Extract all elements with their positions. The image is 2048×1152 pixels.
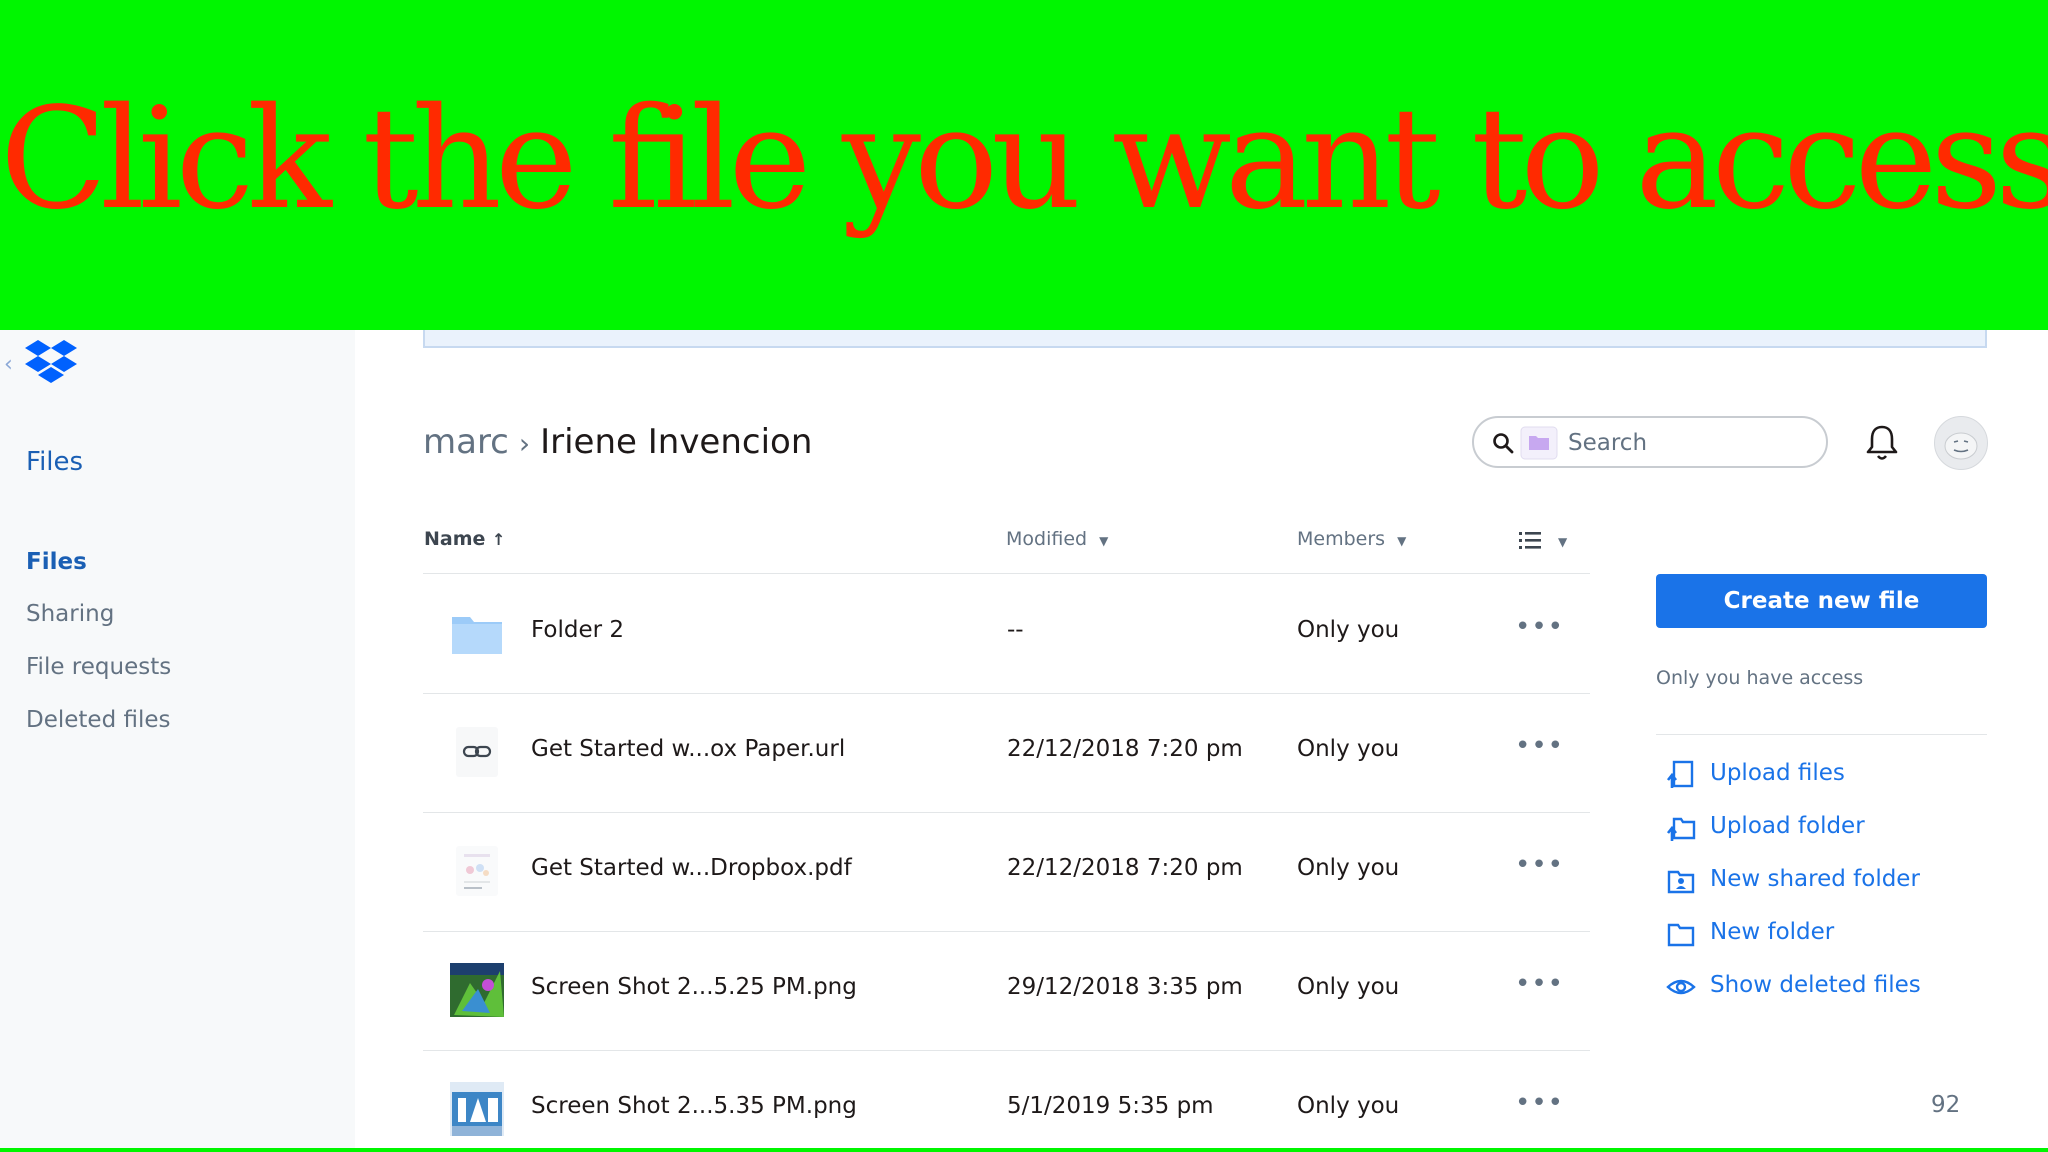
file-name[interactable]: Screen Shot 2...5.25 PM.png bbox=[531, 974, 857, 1000]
sidebar-title[interactable]: Files bbox=[26, 447, 83, 477]
column-header-name[interactable]: Name ↑ bbox=[424, 528, 505, 550]
file-name[interactable]: Folder 2 bbox=[531, 617, 624, 643]
instruction-text: Click the file you want to access. bbox=[0, 78, 2048, 241]
folder-icon bbox=[450, 606, 504, 660]
file-modified: -- bbox=[1007, 617, 1024, 643]
file-name[interactable]: Get Started w...Dropbox.pdf bbox=[531, 855, 852, 881]
search-placeholder: Search bbox=[1568, 430, 1648, 456]
new-folder-icon bbox=[1667, 923, 1695, 947]
more-options-icon[interactable]: ••• bbox=[1515, 850, 1564, 880]
new-folder-label: New folder bbox=[1710, 919, 1835, 945]
shared-folder-icon bbox=[1667, 870, 1695, 894]
sort-asc-icon: ↑ bbox=[492, 530, 506, 549]
instruction-banner: Click the file you want to access. bbox=[0, 0, 2048, 330]
file-modified: 22/12/2018 7:20 pm bbox=[1007, 855, 1243, 881]
column-modified-label: Modified bbox=[1006, 528, 1088, 550]
upload-folder-icon bbox=[1666, 817, 1696, 841]
file-members: Only you bbox=[1297, 1093, 1400, 1119]
more-options-icon[interactable]: ••• bbox=[1515, 612, 1564, 642]
caret-down-icon: ▼ bbox=[1099, 534, 1109, 548]
column-header-members[interactable]: Members ▼ bbox=[1297, 528, 1406, 550]
sidebar-item-sharing[interactable]: Sharing bbox=[26, 601, 114, 627]
caret-down-icon: ▼ bbox=[1397, 534, 1407, 548]
list-view-icon bbox=[1519, 532, 1541, 549]
access-note: Only you have access bbox=[1656, 667, 1864, 689]
page-title: Iriene Invencion bbox=[540, 422, 813, 462]
search-icon bbox=[1493, 433, 1514, 454]
breadcrumb-parent[interactable]: marc bbox=[423, 422, 509, 462]
search-input[interactable]: Search bbox=[1472, 416, 1828, 468]
image-thumbnail-icon bbox=[450, 963, 504, 1017]
bottom-green-bar bbox=[0, 1148, 2048, 1152]
file-name[interactable]: Screen Shot 2...5.35 PM.png bbox=[531, 1093, 857, 1119]
file-row-screenshot-2[interactable]: Screen Shot 2...5.35 PM.png 5/1/2019 5:3… bbox=[423, 1050, 1590, 1148]
file-row-screenshot-1[interactable]: Screen Shot 2...5.25 PM.png 29/12/2018 3… bbox=[423, 931, 1590, 1051]
breadcrumb: marc › Iriene Invencion bbox=[423, 420, 812, 466]
upload-file-icon bbox=[1666, 760, 1694, 788]
eye-icon bbox=[1666, 979, 1696, 995]
upload-folder-label: Upload folder bbox=[1710, 813, 1865, 839]
sidebar-item-deleted-files[interactable]: Deleted files bbox=[26, 707, 171, 733]
show-deleted-files-label: Show deleted files bbox=[1710, 972, 1921, 998]
link-file-icon bbox=[450, 725, 504, 779]
folder-scope-icon bbox=[1520, 426, 1558, 460]
pdf-file-icon bbox=[450, 844, 504, 898]
sidebar-item-files[interactable]: Files bbox=[26, 549, 87, 575]
more-options-icon[interactable]: ••• bbox=[1515, 969, 1564, 999]
file-modified: 29/12/2018 3:35 pm bbox=[1007, 974, 1243, 1000]
upload-files-label: Upload files bbox=[1710, 760, 1845, 786]
caret-down-icon: ▼ bbox=[1558, 535, 1568, 549]
column-header-modified[interactable]: Modified ▼ bbox=[1006, 528, 1108, 550]
column-members-label: Members bbox=[1297, 528, 1386, 550]
chevron-left-icon[interactable]: ‹ bbox=[4, 352, 13, 377]
more-options-icon[interactable]: ••• bbox=[1515, 1088, 1564, 1118]
bell-icon[interactable] bbox=[1864, 423, 1900, 467]
breadcrumb-separator: › bbox=[518, 427, 531, 460]
file-members: Only you bbox=[1297, 736, 1400, 762]
file-row-folder-2[interactable]: Folder 2 -- Only you ••• bbox=[423, 574, 1590, 694]
file-name[interactable]: Get Started w...ox Paper.url bbox=[531, 736, 845, 762]
dropbox-logo-icon[interactable] bbox=[24, 338, 78, 390]
sidebar-item-file-requests[interactable]: File requests bbox=[26, 654, 171, 680]
column-name-label: Name bbox=[424, 528, 486, 550]
file-row-paper-url[interactable]: Get Started w...ox Paper.url 22/12/2018 … bbox=[423, 693, 1590, 813]
new-shared-folder-label: New shared folder bbox=[1710, 866, 1920, 892]
avatar[interactable] bbox=[1934, 416, 1988, 470]
more-options-icon[interactable]: ••• bbox=[1515, 731, 1564, 761]
file-members: Only you bbox=[1297, 974, 1400, 1000]
file-modified: 22/12/2018 7:20 pm bbox=[1007, 736, 1243, 762]
view-toggle-button[interactable]: ▼ bbox=[1518, 529, 1567, 556]
file-members: Only you bbox=[1297, 855, 1400, 881]
right-panel-divider bbox=[1656, 734, 1987, 735]
notification-strip bbox=[423, 330, 1987, 348]
page-number: 92 bbox=[1931, 1092, 1961, 1118]
file-row-dropbox-pdf[interactable]: Get Started w...Dropbox.pdf 22/12/2018 7… bbox=[423, 812, 1590, 932]
create-new-file-button[interactable]: Create new file bbox=[1656, 574, 1987, 628]
file-modified: 5/1/2019 5:35 pm bbox=[1007, 1093, 1214, 1119]
image-thumbnail-icon bbox=[450, 1082, 504, 1136]
file-members: Only you bbox=[1297, 617, 1400, 643]
